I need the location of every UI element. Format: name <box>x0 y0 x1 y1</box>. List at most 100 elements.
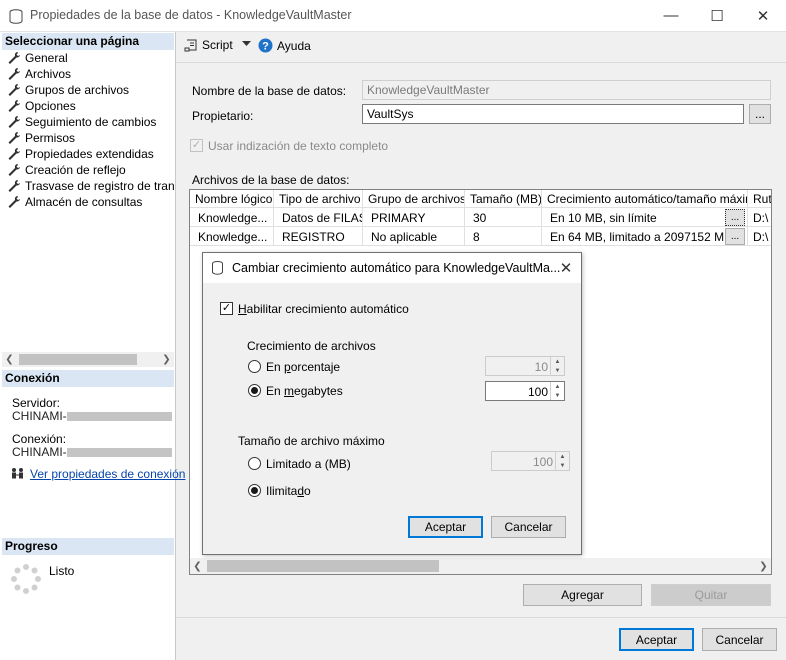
scroll-right-icon[interactable]: ❯ <box>756 558 771 574</box>
owner-label: Propietario: <box>192 109 254 123</box>
scrollbar-thumb[interactable] <box>207 560 439 572</box>
stepper-arrows[interactable]: ▲ ▼ <box>555 452 569 470</box>
dialog-accept-button[interactable]: Aceptar <box>408 516 483 538</box>
table-cell[interactable]: PRIMARY <box>363 208 465 227</box>
table-cell[interactable]: Knowledge... <box>190 208 274 227</box>
growth-percent-radio[interactable] <box>248 360 261 373</box>
sidebar-item-label: General <box>25 51 68 65</box>
svg-text:?: ? <box>262 41 269 53</box>
table-horizontal-scrollbar[interactable]: ❮ ❯ <box>190 558 771 574</box>
table-cell[interactable]: En 64 MB, limitado a 2097152 MB <box>542 227 748 246</box>
column-header[interactable]: Nombre lógico <box>190 190 274 208</box>
script-button[interactable]: Script <box>184 38 233 52</box>
table-cell[interactable]: No aplicable <box>363 227 465 246</box>
stepper-arrows[interactable]: ▲ ▼ <box>550 382 564 400</box>
dialog-title: Cambiar crecimiento automático para Know… <box>232 261 561 275</box>
autogrowth-edit-button[interactable]: ... <box>725 209 745 226</box>
scrollbar-thumb[interactable] <box>19 354 137 365</box>
chevron-up-icon[interactable]: ▲ <box>551 357 564 366</box>
chevron-down-icon[interactable]: ▼ <box>551 391 564 400</box>
table-cell[interactable]: En 10 MB, sin límite <box>542 208 748 227</box>
scroll-right-icon[interactable]: ❯ <box>159 352 174 367</box>
table-cell[interactable]: D:\ <box>748 227 771 246</box>
table-cell[interactable]: D:\ <box>748 208 771 227</box>
connection-label: Conexión: <box>12 432 67 446</box>
unlimited-label: Ilimitado <box>266 484 311 498</box>
column-header[interactable]: Grupo de archivos <box>363 190 465 208</box>
radio-dot <box>251 487 258 494</box>
growth-percent-stepper[interactable]: 10 ▲ ▼ <box>485 356 565 376</box>
limited-value: 100 <box>532 455 553 469</box>
sidebar-item-extended-properties[interactable]: Propiedades extendidas <box>7 146 154 162</box>
sidebar-item-permissions[interactable]: Permisos <box>7 130 75 146</box>
chevron-up-icon[interactable]: ▲ <box>556 452 569 461</box>
chevron-down-icon[interactable]: ▼ <box>551 366 564 375</box>
growth-megabytes-stepper[interactable]: 100 ▲ ▼ <box>485 381 565 401</box>
scroll-left-icon[interactable]: ❮ <box>190 558 205 574</box>
view-connection-properties-text[interactable]: Ver propiedades de conexión <box>30 467 185 481</box>
sidebar-item-change-tracking[interactable]: Seguimiento de cambios <box>7 114 156 130</box>
wrench-icon <box>8 100 20 112</box>
dialog-title-bar: Cambiar crecimiento automático para Know… <box>203 253 581 283</box>
db-name-field[interactable]: KnowledgeVaultMaster <box>362 80 771 100</box>
scroll-left-icon[interactable]: ❮ <box>2 352 17 367</box>
chevron-up-icon[interactable]: ▲ <box>551 382 564 391</box>
maximize-button[interactable]: ☐ <box>694 0 740 31</box>
sidebar-item-label: Propiedades extendidas <box>25 147 154 161</box>
help-label: Ayuda <box>277 38 311 53</box>
column-header[interactable]: Tipo de archivo <box>274 190 363 208</box>
wrench-icon <box>8 180 20 192</box>
table-cell[interactable]: REGISTRO <box>274 227 363 246</box>
wrench-icon <box>8 196 20 208</box>
toolbar: Script ? Ayuda <box>176 32 786 62</box>
progress-header: Progreso <box>2 538 174 555</box>
close-button[interactable]: ✕ <box>740 0 786 31</box>
enable-autogrowth-label: Habilitar crecimiento automático <box>238 302 409 316</box>
growth-megabytes-label: En megabytes <box>266 384 343 398</box>
enable-autogrowth-checkbox[interactable]: ✓ <box>220 302 233 315</box>
table-cell[interactable]: 8 <box>465 227 542 246</box>
sidebar-item-query-store[interactable]: Almacén de consultas <box>7 194 142 210</box>
sidebar-item-general[interactable]: General <box>7 50 68 66</box>
column-header[interactable]: Crecimiento automático/tamaño máximo <box>542 190 748 208</box>
table-cell[interactable]: Datos de FILAS <box>274 208 363 227</box>
minimize-button[interactable]: — <box>648 0 694 31</box>
limited-radio[interactable] <box>248 457 261 470</box>
column-header[interactable]: Tamaño (MB) <box>465 190 542 208</box>
stepper-arrows[interactable]: ▲ ▼ <box>550 357 564 375</box>
sidebar-item-filegroups[interactable]: Grupos de archivos <box>7 82 129 98</box>
sidebar-item-options[interactable]: Opciones <box>7 98 76 114</box>
unlimited-radio[interactable] <box>248 484 261 497</box>
script-label: Script <box>202 38 233 52</box>
owner-field[interactable]: VaultSys <box>362 104 744 124</box>
dialog-cancel-button[interactable]: Cancelar <box>491 516 566 538</box>
server-value: CHINAMI- <box>12 409 172 423</box>
sidebar-item-label: Seguimiento de cambios <box>25 115 157 129</box>
dialog-close-icon[interactable]: ✕ <box>555 257 577 279</box>
cancel-button[interactable]: Cancelar <box>702 628 777 651</box>
sidebar-item-label: Creación de reflejo <box>25 163 126 177</box>
remove-button[interactable]: Quitar <box>651 584 771 606</box>
autogrowth-edit-button[interactable]: ... <box>725 228 745 245</box>
table-cell[interactable]: 30 <box>465 208 542 227</box>
growth-percent-value: 10 <box>534 360 548 374</box>
table-cell[interactable]: Knowledge... <box>190 227 274 246</box>
owner-browse-button[interactable]: ... <box>749 104 771 124</box>
redacted-text <box>66 412 172 422</box>
growth-megabytes-radio[interactable] <box>248 384 261 397</box>
fulltext-checkbox[interactable]: ✓ <box>190 139 203 152</box>
limited-label: Limitado a (MB) <box>266 457 351 471</box>
ok-button[interactable]: Aceptar <box>619 628 694 651</box>
chevron-down-icon[interactable]: ▼ <box>556 461 569 470</box>
add-button[interactable]: Agregar <box>523 584 642 606</box>
help-button[interactable]: ? Ayuda <box>258 38 311 53</box>
column-header[interactable]: Ruta <box>748 190 771 208</box>
sidebar-item-mirroring[interactable]: Creación de reflejo <box>7 162 126 178</box>
sidebar-item-files[interactable]: Archivos <box>7 66 71 82</box>
sidebar-horizontal-scrollbar[interactable]: ❮ ❯ <box>2 352 174 367</box>
limited-stepper[interactable]: 100 ▲ ▼ <box>491 451 570 471</box>
script-dropdown-button[interactable] <box>242 41 251 47</box>
progress-status: Listo <box>49 564 75 578</box>
sidebar-item-log-shipping[interactable]: Trasvase de registro de transacciones <box>7 178 175 194</box>
view-connection-properties-link[interactable]: Ver propiedades de conexión <box>10 466 185 482</box>
